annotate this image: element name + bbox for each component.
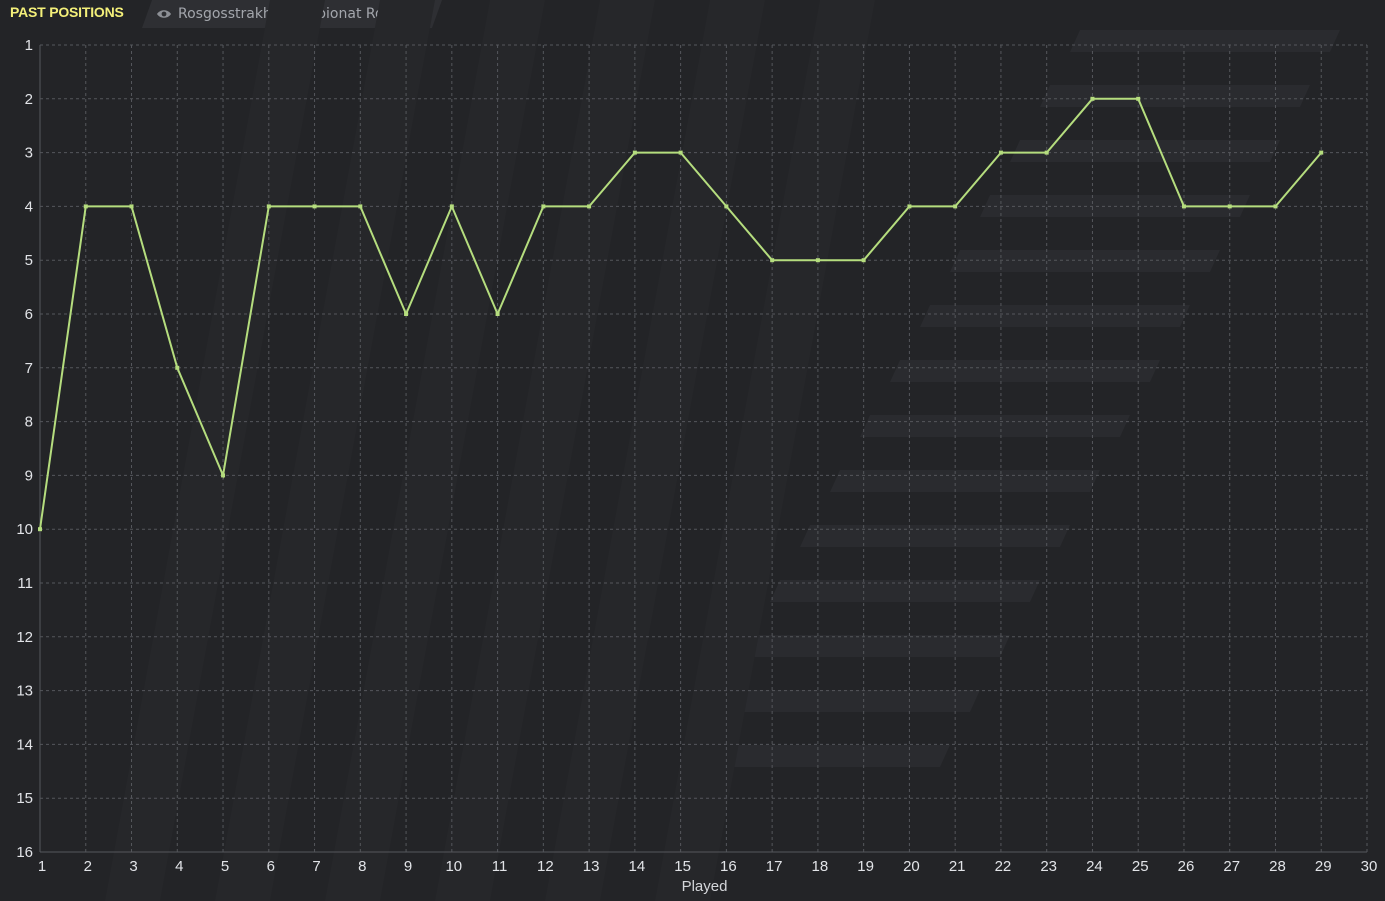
y-tick-label: 13 [16,683,33,700]
background-stripe [1040,85,1310,107]
data-point[interactable] [770,258,775,263]
data-point[interactable] [1273,204,1278,209]
data-point[interactable] [1181,204,1186,209]
background-stripe [920,305,1190,327]
position-chart: 12345678910111213141516 1 2 3 4 5 6 7 8 9 10 11 12 1… [16,0,1378,901]
data-point[interactable] [38,527,42,532]
data-point[interactable] [495,312,500,316]
x-tick-label: 16 [720,858,737,875]
data-point[interactable] [83,204,88,209]
y-tick-label: 8 [25,414,33,431]
background-stripe [800,525,1070,547]
x-tick-label: 4 [175,858,183,875]
data-point[interactable] [1090,96,1095,101]
x-axis-label: Played [682,878,728,895]
x-tick-label: 25 [1132,858,1149,875]
data-point[interactable] [1044,150,1049,155]
data-point[interactable] [953,204,958,209]
data-point[interactable] [587,204,592,209]
background-stripe [1070,30,1340,52]
x-tick-label: 9 [404,858,412,875]
x-tick-label: 18 [812,858,829,875]
x-tick-label: 5 [221,858,229,875]
y-tick-label: 3 [25,145,33,162]
x-tick-label: 28 [1269,858,1286,875]
x-tick-label: 26 [1178,858,1195,875]
data-point[interactable] [404,312,409,316]
x-tick-label: 11 [492,858,508,875]
x-tick-label: 2 [84,858,92,875]
x-tick-label: 6 [267,858,275,875]
x-tick-label: 13 [583,858,600,875]
background-stripe [1010,140,1280,162]
x-tick-label: 27 [1223,858,1240,875]
data-point[interactable] [632,150,637,155]
y-tick-label: 10 [16,521,33,538]
y-tick-label: 11 [17,575,33,592]
x-tick-label: 8 [358,858,366,875]
x-tick-label: 23 [1040,858,1057,875]
y-tick-label: 16 [16,844,33,861]
x-tick-label: 29 [1315,858,1332,875]
x-tick-label: 7 [312,858,320,875]
x-tick-label: 1 [38,858,46,875]
data-point[interactable] [1319,150,1324,155]
background-stripe [830,470,1100,492]
y-tick-label: 15 [16,790,33,807]
x-tick-label: 14 [629,858,646,875]
y-tick-label: 6 [25,306,33,323]
background-stripe [740,635,1010,657]
x-tick-label: 30 [1361,858,1378,875]
x-tick-label: 12 [537,858,554,875]
y-tick-label: 9 [25,467,33,484]
data-point[interactable] [724,204,729,209]
x-tick-label: 10 [445,858,462,875]
data-point[interactable] [541,204,546,209]
data-point[interactable] [815,258,820,263]
data-point[interactable] [678,150,683,155]
background-stripe [890,360,1160,382]
data-point[interactable] [358,204,363,209]
y-tick-label: 2 [25,91,33,108]
data-point[interactable] [175,365,180,370]
y-tick-label: 1 [25,37,33,54]
y-tick-label: 4 [25,198,33,215]
x-tick-label: 17 [766,858,783,875]
data-point[interactable] [449,204,454,209]
x-tick-label: 24 [1086,858,1103,875]
y-tick-label: 14 [16,736,33,753]
y-tick-label: 5 [25,252,33,269]
data-point[interactable] [266,204,271,209]
y-axis-ticks: 12345678910111213141516 [16,37,33,861]
background-stripe [710,690,980,712]
data-point[interactable] [129,204,134,209]
data-point[interactable] [998,150,1003,155]
data-point[interactable] [1227,204,1232,209]
x-tick-label: 22 [995,858,1012,875]
x-tick-label: 19 [857,858,874,875]
x-tick-label: 15 [674,858,691,875]
data-point[interactable] [312,204,317,209]
y-tick-label: 7 [25,360,33,377]
x-tick-label: 20 [903,858,920,875]
y-tick-label: 12 [16,629,33,646]
data-point[interactable] [221,473,226,478]
data-point[interactable] [1136,96,1141,101]
background-stripe [860,415,1130,437]
background-stripe [950,250,1220,272]
data-point[interactable] [907,204,912,209]
data-point[interactable] [861,258,866,263]
x-tick-label: 21 [949,858,966,875]
x-tick-label: 3 [129,858,137,875]
